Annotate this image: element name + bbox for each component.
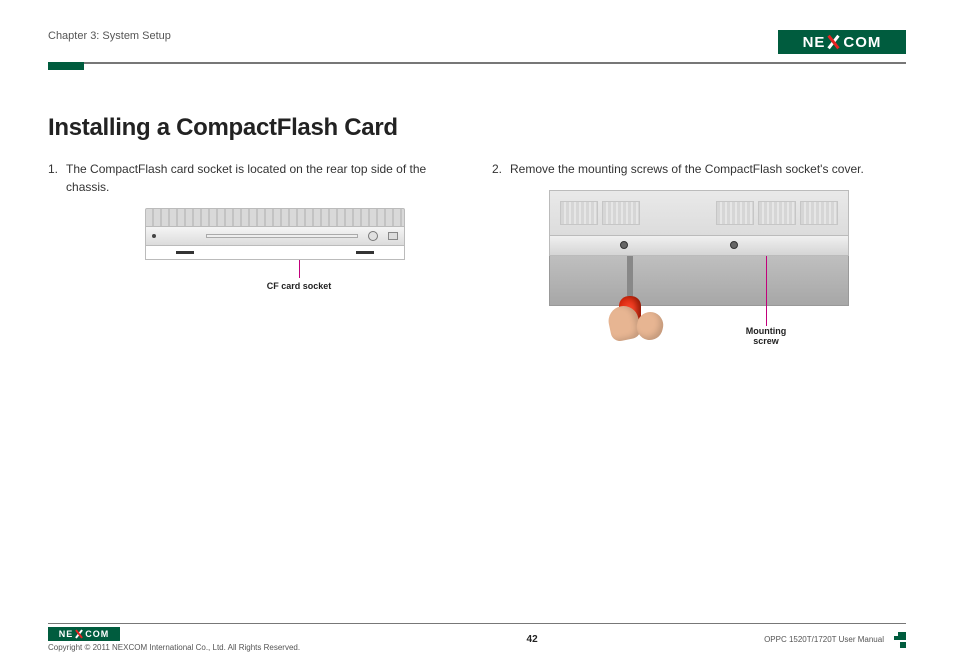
callout-mounting-screw: Mounting screw: [739, 326, 793, 348]
copyright-text: Copyright © 2011 NEXCOM International Co…: [48, 643, 300, 652]
device-rear-view: [145, 208, 405, 260]
callout-line: [766, 256, 767, 326]
step-2-text: Remove the mounting screws of the Compac…: [510, 160, 906, 178]
vent-icon: [602, 201, 640, 225]
callout-mounting-line2: screw: [753, 336, 779, 346]
face-slot: [356, 251, 374, 254]
step-1-text: The CompactFlash card socket is located …: [66, 160, 462, 196]
figure-left: CF card socket: [48, 208, 462, 294]
columns: 1. The CompactFlash card socket is locat…: [48, 160, 906, 340]
device-right-box: Mounting screw: [549, 190, 849, 340]
page-body: Installing a CompactFlash Card 1. The Co…: [48, 64, 906, 623]
header-accent-block: [48, 62, 84, 70]
screwdriver-shaft: [627, 256, 633, 296]
footer-left: NE COM Copyright © 2011 NEXCOM Internati…: [48, 627, 300, 652]
step-1-number: 1.: [48, 160, 58, 196]
step-1: 1. The CompactFlash card socket is locat…: [48, 160, 462, 196]
manual-name: OPPC 1520T/1720T User Manual: [764, 635, 884, 644]
footer-right: OPPC 1520T/1720T User Manual: [764, 632, 906, 648]
step-2-number: 2.: [492, 160, 502, 178]
device-top-panel: [549, 190, 849, 236]
page-number: 42: [527, 634, 538, 645]
device-front-panel: [549, 256, 849, 306]
page-header: Chapter 3: System Setup NE COM: [48, 30, 906, 58]
vent-row: [550, 191, 848, 235]
logo-x-icon: [74, 629, 84, 639]
nexcom-logo-small: NE COM: [48, 627, 120, 641]
vent-icon: [758, 201, 796, 225]
port-icon: [388, 232, 398, 240]
header-rule: [48, 62, 906, 64]
chapter-title: Chapter 3: System Setup: [48, 30, 171, 42]
page-title: Installing a CompactFlash Card: [48, 114, 906, 142]
device-heatsink-fins: [145, 208, 405, 226]
face-slot: [176, 251, 194, 254]
vent-icon: [716, 201, 754, 225]
callout-line: [299, 260, 300, 278]
callout-cf-socket: CF card socket: [267, 280, 332, 294]
screw-hole-icon: [730, 241, 738, 249]
logo-text-right: COM: [843, 34, 881, 51]
logo-text-left: NE: [59, 629, 74, 639]
figure-right: Mounting screw: [492, 190, 906, 340]
device-front-edge: [145, 246, 405, 260]
nexcom-logo: NE COM: [778, 30, 906, 54]
power-button-icon: [368, 231, 378, 241]
document-page: Chapter 3: System Setup NE COM Installin…: [0, 0, 954, 672]
callout-mounting-line1: Mounting: [746, 326, 786, 336]
vent-icon: [800, 201, 838, 225]
logo-x-icon: [826, 34, 842, 50]
logo-text-left: NE: [803, 34, 826, 51]
logo-text-right: COM: [85, 629, 109, 639]
footer-deco-icon: [890, 632, 906, 648]
hand-with-screwdriver-icon: [619, 256, 641, 326]
screw-hole-icon: [620, 241, 628, 249]
footer-bar: NE COM Copyright © 2011 NEXCOM Internati…: [48, 627, 906, 652]
device-screw-edge: [549, 236, 849, 256]
screw-dot: [152, 234, 156, 238]
callout-mounting-screw-wrap: Mounting screw: [739, 256, 793, 348]
step-2: 2. Remove the mounting screws of the Com…: [492, 160, 906, 178]
column-right: 2. Remove the mounting screws of the Com…: [492, 160, 906, 340]
logo-text-small: NE COM: [59, 629, 110, 639]
column-left: 1. The CompactFlash card socket is locat…: [48, 160, 462, 340]
footer-rule: [48, 623, 906, 625]
logo-text: NE COM: [803, 34, 882, 51]
page-footer: NE COM Copyright © 2011 NEXCOM Internati…: [48, 623, 906, 653]
vent-icon: [560, 201, 598, 225]
cf-slot: [206, 234, 358, 238]
device-screw-view: Mounting screw: [549, 190, 849, 340]
device-io-strip: [145, 226, 405, 246]
